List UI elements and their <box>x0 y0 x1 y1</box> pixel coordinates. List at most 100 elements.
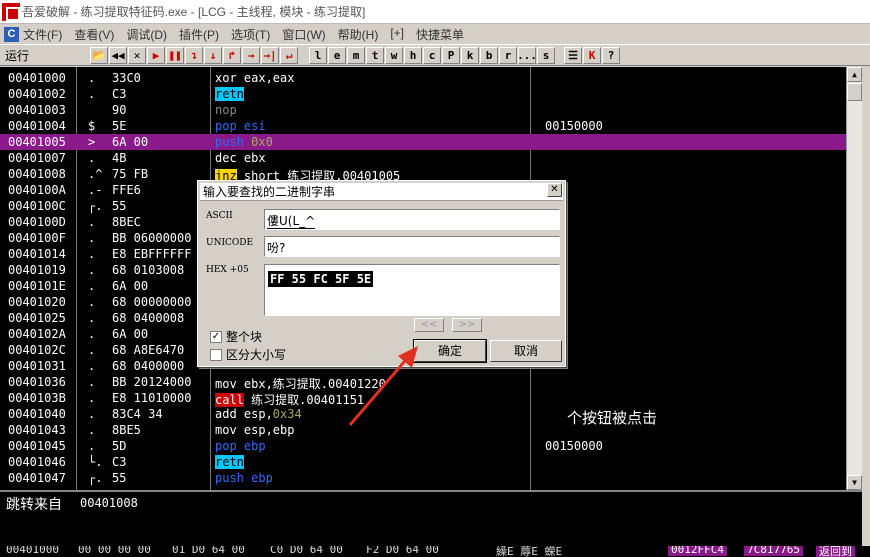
cancel-button[interactable]: 取消 <box>490 340 562 362</box>
asm-token: nop <box>215 103 237 117</box>
toolbar-button[interactable]: ↵ <box>280 46 298 64</box>
toolbar-button[interactable]: ↴ <box>185 46 203 64</box>
disasm-row[interactable]: 00401036. BB 20124000 mov ebx,练习提取.0040122… <box>0 374 846 391</box>
ascii-field[interactable]: 僂U(L_^ <box>264 209 560 230</box>
hex-cell: 33C0 <box>112 71 141 85</box>
menu-item[interactable]: [+] <box>390 26 404 43</box>
scroll-thumb[interactable] <box>847 83 862 101</box>
disasm-row[interactable]: 00401007. 4B dec ebx <box>0 150 846 166</box>
disasm-row[interactable]: 00401003 90 nop <box>0 102 846 118</box>
app-icon <box>2 2 20 21</box>
toolbar-button[interactable]: P <box>442 46 460 64</box>
toolbar-button[interactable]: k <box>461 46 479 64</box>
toolbar-button[interactable]: ▶ <box>147 46 165 64</box>
scroll-down-icon[interactable]: ▼ <box>847 475 862 490</box>
toolbar-button[interactable]: ? <box>602 46 620 64</box>
asm-cell: mov esp,ebp <box>215 423 294 437</box>
marker-cell: . <box>88 391 96 405</box>
disasm-row[interactable]: 00401005 >6A 00 push 0x0 <box>0 134 846 150</box>
toolbar-button[interactable]: b <box>480 46 498 64</box>
toolbar-button[interactable]: m <box>347 46 365 64</box>
marker-cell: . <box>88 375 96 389</box>
menu-item[interactable]: 查看(V) <box>74 26 114 43</box>
disasm-row[interactable]: 00401000. 33C0 xor eax,eax <box>0 70 846 86</box>
toolbar-button[interactable]: ... <box>517 46 537 64</box>
toolbar-button[interactable]: K <box>583 46 601 64</box>
toolbar-button[interactable]: →| <box>261 46 279 64</box>
asm-token: pop ebp <box>215 439 266 453</box>
marker-cell: . <box>88 263 96 277</box>
case-sensitive-checkbox[interactable]: 区分大小写 <box>210 346 286 363</box>
marker-cell: . <box>88 327 96 341</box>
toolbar-button[interactable]: h <box>404 46 422 64</box>
toolbar-button[interactable]: ☰ <box>564 46 582 64</box>
asm-cell: pop ebp <box>215 439 266 453</box>
hex-cell: 75 FB <box>112 167 149 181</box>
asm-token: 练习提取.00401151 <box>243 393 365 407</box>
toolbar-button[interactable]: → <box>242 46 260 64</box>
hex-cell: 55 <box>112 199 127 213</box>
toolbar-button[interactable]: ↱ <box>223 46 241 64</box>
marker-cell: . <box>88 279 96 293</box>
menu-item[interactable]: 帮助(H) <box>338 26 379 43</box>
toolbar-button[interactable]: e <box>328 46 346 64</box>
ascii-value: 僂U(L_^ <box>267 214 316 229</box>
marker-cell: .^ <box>88 167 103 181</box>
disasm-row[interactable]: 00401046 └. C3 retn <box>0 454 846 470</box>
hex-cell: 90 <box>112 103 127 117</box>
toolbar-button[interactable]: 📂 <box>90 46 108 64</box>
toolbar-button[interactable]: r <box>499 46 517 64</box>
address-cell: 0040102A <box>8 327 66 341</box>
toolbar-button[interactable]: ↓ <box>204 46 222 64</box>
case-sensitive-label: 区分大小写 <box>226 348 287 362</box>
marker-cell: . <box>88 439 96 453</box>
toolbar-button[interactable]: w <box>385 46 403 64</box>
disasm-row[interactable]: 00401002. C3 retn <box>0 86 846 102</box>
marker-cell: ┌. <box>88 199 103 213</box>
hex-cell: 68 A8E6470 <box>112 343 185 357</box>
menu-item[interactable]: 文件(F) <box>23 26 62 43</box>
scroll-up-icon[interactable]: ▲ <box>847 67 862 82</box>
toolbar-button[interactable]: l <box>309 46 327 64</box>
disasm-row[interactable]: 0040103B. E8 11010000 call 练习提取.00401151 <box>0 390 846 407</box>
menu-item[interactable]: 窗口(W) <box>282 26 325 43</box>
address-cell: 00401047 <box>8 471 66 485</box>
asm-token: retn <box>215 87 244 101</box>
binary-search-dialog: 输入要查找的二进制字串 ✕ ASCII 僂U(L_^ UNICODE 吩? HE… <box>197 180 566 367</box>
address-cell: 00401008 <box>8 167 66 181</box>
toolbar-button[interactable]: ◀◀ <box>109 46 127 64</box>
marker-cell: ┌. <box>88 471 103 485</box>
address-cell: 00401000 <box>8 71 66 85</box>
disasm-row[interactable]: 00401004 $5E 00150000 pop esi <box>0 118 846 134</box>
checkbox-checked-icon: ✓ <box>210 330 222 343</box>
disasm-row[interactable]: 00401043. 8BE5 mov esp,ebp <box>0 422 846 438</box>
prev-button[interactable]: << <box>414 318 444 332</box>
disasm-row[interactable]: 00401040. 83C4 34 add esp,0x34 <box>0 406 846 422</box>
toolbar-button[interactable]: ✕ <box>128 46 146 64</box>
menu-item[interactable]: 插件(P) <box>179 26 219 43</box>
vertical-scrollbar[interactable]: ▲ ▼ <box>846 67 862 490</box>
address-cell: 00401020 <box>8 295 66 309</box>
next-button[interactable]: >> <box>452 318 482 332</box>
ok-button[interactable]: 确定 <box>413 339 487 363</box>
asm-token: dec ebx <box>215 151 266 165</box>
menu-item[interactable]: 选项(T) <box>231 26 270 43</box>
asm-token: call <box>215 393 244 407</box>
toolbar-button[interactable]: ❚❚ <box>166 46 184 64</box>
unicode-field[interactable]: 吩? <box>264 236 560 257</box>
asm-cell: retn <box>215 87 244 101</box>
whole-block-checkbox[interactable]: ✓ 整个块 <box>210 328 262 345</box>
stack-value: 7C817765 <box>744 546 803 556</box>
toolbar-button[interactable]: t <box>366 46 384 64</box>
cpu-window-icon[interactable]: C <box>4 26 19 42</box>
dump-bytes: C0 D0 64 00 <box>270 546 343 556</box>
menu-item[interactable]: 快捷菜单 <box>416 26 464 43</box>
disasm-row[interactable]: 00401047 ┌. 55 push ebp <box>0 470 846 486</box>
marker-cell: . <box>88 151 96 165</box>
toolbar-button[interactable]: s <box>537 46 555 64</box>
hex-field[interactable]: FF 55 FC 5F 5E <box>264 264 560 316</box>
close-icon[interactable]: ✕ <box>547 183 562 197</box>
toolbar-button[interactable]: c <box>423 46 441 64</box>
disasm-row[interactable]: 00401045. 5D 00150000 pop ebp <box>0 438 846 454</box>
menu-item[interactable]: 调试(D) <box>126 26 167 43</box>
